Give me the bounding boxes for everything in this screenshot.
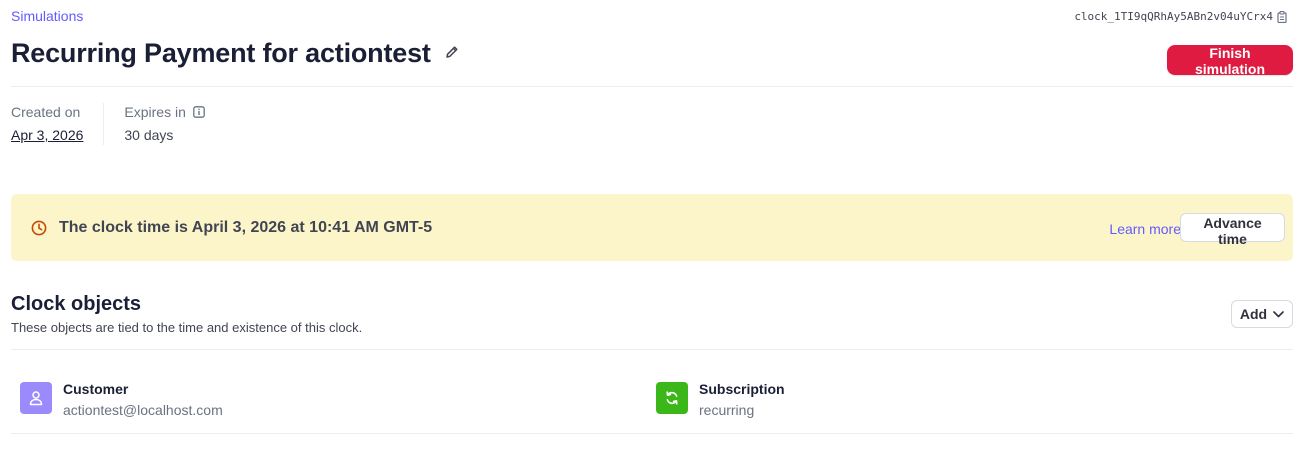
header-divider: [11, 86, 1293, 87]
simulation-page: Simulations clock_1TI9qQRhAy5ABn2v04uYCr…: [0, 0, 1301, 450]
add-button-label: Add: [1239, 306, 1268, 322]
title-row: Recurring Payment for actiontest: [11, 38, 459, 69]
customer-avatar: [20, 382, 52, 414]
expires-value: 30 days: [124, 127, 174, 143]
expires-label: Expires in: [124, 104, 186, 120]
expires-label-row: Expires in: [124, 103, 205, 121]
learn-more-link[interactable]: Learn more: [1109, 221, 1181, 237]
clock-time-banner: The clock time is April 3, 2026 at 10:41…: [11, 194, 1293, 261]
refresh-icon: [666, 391, 678, 405]
customer-title: Customer: [63, 381, 129, 397]
subscription-subtitle: recurring: [699, 402, 755, 418]
clock-objects-subtitle: These objects are tied to the time and e…: [11, 320, 363, 335]
meta-info: Created on Apr 3, 2026 Expires in 30 day…: [11, 103, 225, 145]
advance-time-button[interactable]: Advance time: [1180, 213, 1285, 247]
clock-id: clock_1TI9qQRhAy5ABn2v04uYCrx4: [1074, 10, 1287, 23]
list-item-subscription[interactable]: Subscription recurring: [656, 380, 785, 418]
clock-id-text: clock_1TI9qQRhAy5ABn2v04uYCrx4: [1074, 10, 1273, 23]
pencil-icon[interactable]: [445, 45, 459, 59]
page-title: Recurring Payment for actiontest: [11, 38, 431, 68]
breadcrumb-simulations[interactable]: Simulations: [11, 8, 83, 24]
copy-icon[interactable]: [1277, 10, 1287, 23]
created-on: Created on Apr 3, 2026: [11, 103, 103, 145]
chevron-down-icon: [1273, 310, 1284, 317]
objects-divider: [11, 349, 1293, 350]
person-icon: [29, 391, 43, 406]
clock-icon: [31, 220, 47, 236]
clock-time-text: The clock time is April 3, 2026 at 10:41…: [59, 219, 433, 236]
info-icon[interactable]: [193, 106, 205, 118]
add-button[interactable]: Add: [1231, 300, 1293, 328]
subscription-text: Subscription recurring: [699, 380, 785, 418]
customer-text: Customer actiontest@localhost.com: [63, 380, 223, 418]
expires-in: Expires in 30 days: [103, 103, 224, 145]
created-label: Created on: [11, 104, 81, 120]
objects-bottom-divider: [11, 433, 1293, 434]
subscription-title: Subscription: [699, 381, 785, 397]
created-date-link[interactable]: Apr 3, 2026: [11, 127, 83, 145]
finish-simulation-button[interactable]: Finish simulation: [1167, 45, 1293, 77]
clock-objects-title: Clock objects: [11, 293, 142, 315]
customer-email: actiontest@localhost.com: [63, 402, 223, 418]
subscription-avatar: [656, 382, 688, 414]
list-item-customer[interactable]: Customer actiontest@localhost.com: [20, 380, 223, 418]
